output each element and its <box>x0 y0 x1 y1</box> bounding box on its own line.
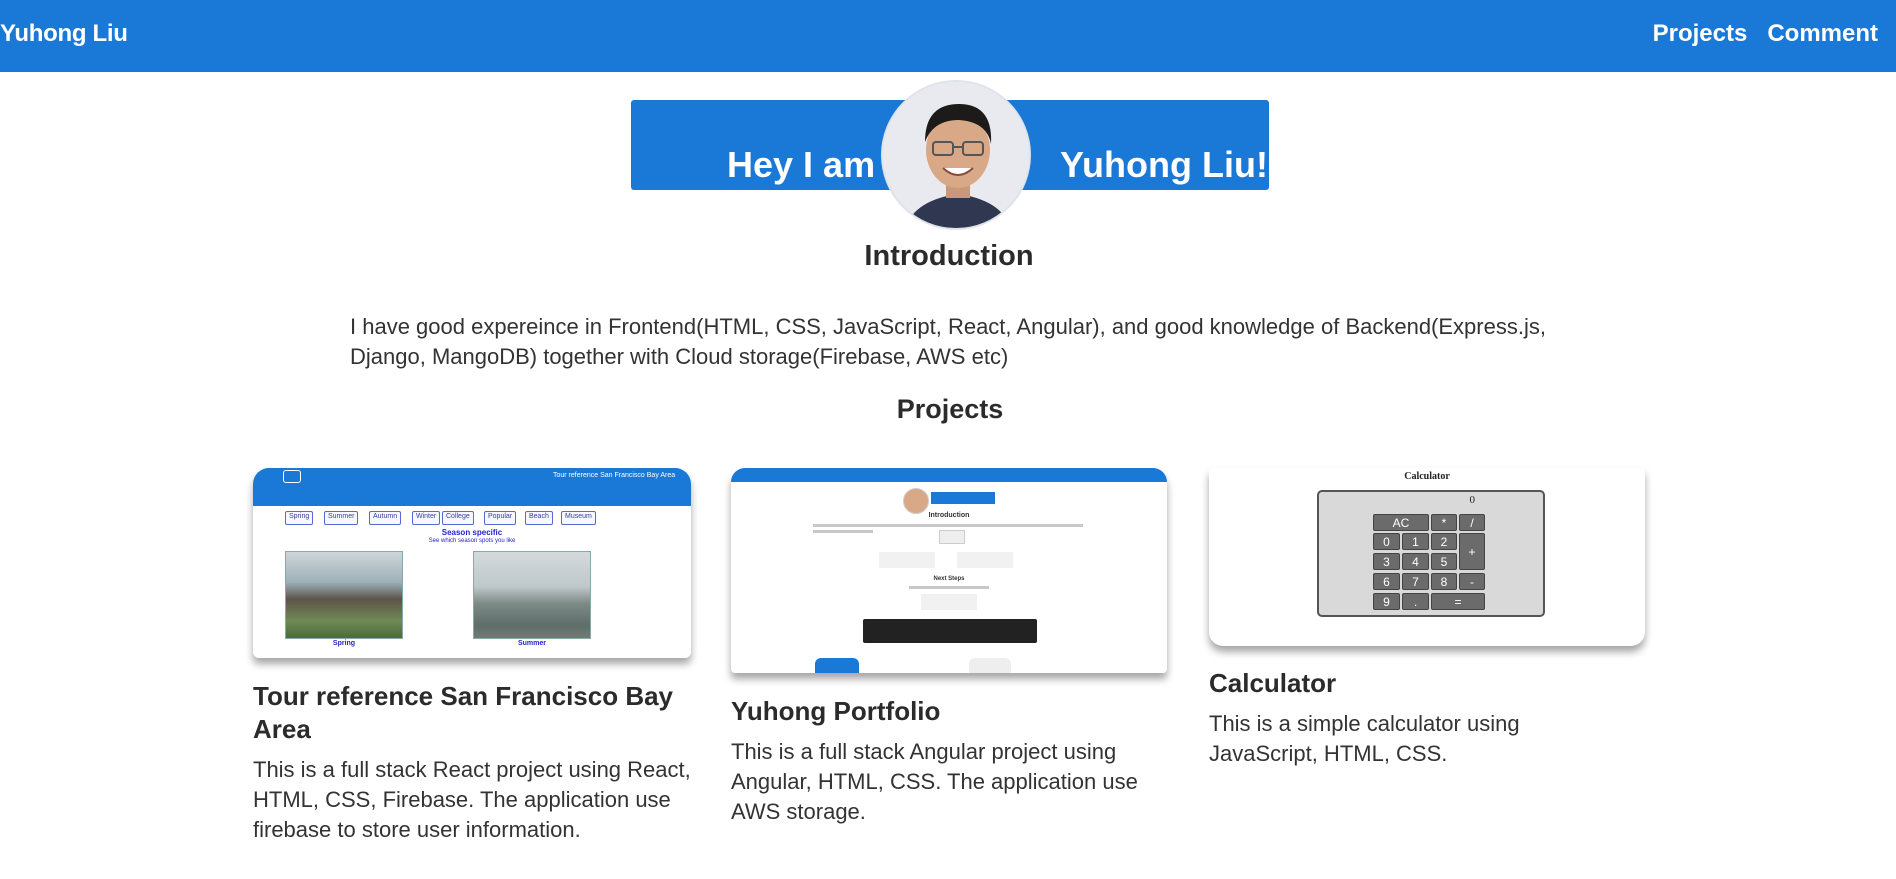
calc-key-4: 4 <box>1402 553 1429 570</box>
thumb-chip: College <box>442 511 474 525</box>
thumb-terminal <box>863 619 1037 643</box>
hero-greeting: Hey I am <box>727 144 876 185</box>
calculator-body: 0 AC * / 0 1 2 + 3 4 5 6 7 8 - 9 . = <box>1317 490 1545 617</box>
calc-key-6: 6 <box>1373 573 1400 590</box>
calc-key-plus: + <box>1459 533 1485 570</box>
nav-link-projects[interactable]: Projects <box>1653 20 1748 48</box>
thumb-chip: Summer <box>324 511 359 525</box>
calc-display: 0 <box>1469 494 1476 506</box>
calc-heading: Calculator <box>1404 471 1450 482</box>
project-desc-tour: This is a full stack React project using… <box>253 757 691 842</box>
thumb-photo-summer <box>473 551 591 639</box>
project-title-portfolio[interactable]: Yuhong Portfolio <box>731 695 1151 728</box>
thumb-heading: Season specific <box>441 528 503 537</box>
thumb-tab <box>969 658 1011 673</box>
thumb-chip: Beach <box>525 511 553 525</box>
intro-heading: Introduction <box>864 240 1034 272</box>
thumb-caption-summer: Summer <box>517 640 546 647</box>
calc-key-5: 5 <box>1431 553 1457 570</box>
thumb-chip: Winter <box>412 511 441 525</box>
thumb-text-line <box>813 530 873 533</box>
thumb-link-box <box>957 552 1013 568</box>
project-desc-portfolio: This is a full stack Angular project usi… <box>731 739 1138 824</box>
calc-key-divide: / <box>1459 514 1485 531</box>
thumb-subheading: Next Steps <box>933 576 965 582</box>
thumb-chip: Popular <box>484 511 517 525</box>
nav-links: Projects Comment <box>1653 20 1878 48</box>
calc-key-7: 7 <box>1402 573 1429 590</box>
thumb-buttons <box>939 530 965 544</box>
project-title-tour[interactable]: Tour reference San Francisco Bay Area <box>253 680 693 746</box>
profile-avatar <box>881 80 1031 230</box>
calc-key-8: 8 <box>1431 573 1457 590</box>
calc-key-9: 9 <box>1373 593 1400 610</box>
calc-key-equals: = <box>1431 593 1485 610</box>
thumb-menu-icon <box>283 470 301 483</box>
project-thumbnail-calculator[interactable]: Calculator 0 AC * / 0 1 2 + 3 4 5 6 7 8 … <box>1209 468 1645 646</box>
thumb-link-box <box>921 594 977 610</box>
project-thumbnail-tour[interactable]: Tour reference San Francisco Bay Area Sp… <box>253 468 691 658</box>
thumb-chip: Museum <box>561 511 596 525</box>
calc-key-0: 0 <box>1373 533 1400 550</box>
calc-key-2: 2 <box>1431 533 1457 550</box>
hero-name: Yuhong Liu! <box>1060 144 1268 185</box>
thumb-caption-spring: Spring <box>332 640 356 647</box>
project-title-calculator[interactable]: Calculator <box>1209 667 1629 700</box>
thumb-chip: Spring <box>285 511 314 525</box>
calc-key-minus: - <box>1459 573 1485 590</box>
calc-key-clear: AC <box>1373 514 1429 531</box>
calc-key-dot: . <box>1402 593 1429 610</box>
project-thumbnail-portfolio[interactable]: Introduction Next Steps <box>731 468 1167 673</box>
thumb-header-text: Tour reference San Francisco Bay Area <box>553 472 676 479</box>
thumb-tab <box>815 658 859 673</box>
thumb-navbar <box>731 468 1167 482</box>
thumb-hero-bar <box>931 492 995 504</box>
top-navbar: Yuhong Liu Projects Comment <box>0 0 1896 72</box>
thumb-text-line <box>813 524 1083 527</box>
calc-key-1: 1 <box>1402 533 1429 550</box>
calc-key-3: 3 <box>1373 553 1400 570</box>
thumb-avatar <box>903 488 929 514</box>
projects-heading: Projects <box>896 394 1004 424</box>
nav-link-comment[interactable]: Comment <box>1767 20 1878 48</box>
thumb-photo-spring <box>285 551 403 639</box>
thumb-chip: Autumn <box>369 511 402 525</box>
brand-link[interactable]: Yuhong Liu <box>0 20 128 48</box>
intro-paragraph: I have good expereince in Frontend(HTML,… <box>350 314 1546 369</box>
thumb-heading: Introduction <box>928 512 970 519</box>
calc-key-multiply: * <box>1431 514 1457 531</box>
thumb-link-box <box>879 552 935 568</box>
project-desc-calculator: This is a simple calculator using JavaSc… <box>1209 711 1520 766</box>
thumb-text-line <box>909 586 989 589</box>
thumb-subheading: See which season spots you like <box>428 538 516 544</box>
